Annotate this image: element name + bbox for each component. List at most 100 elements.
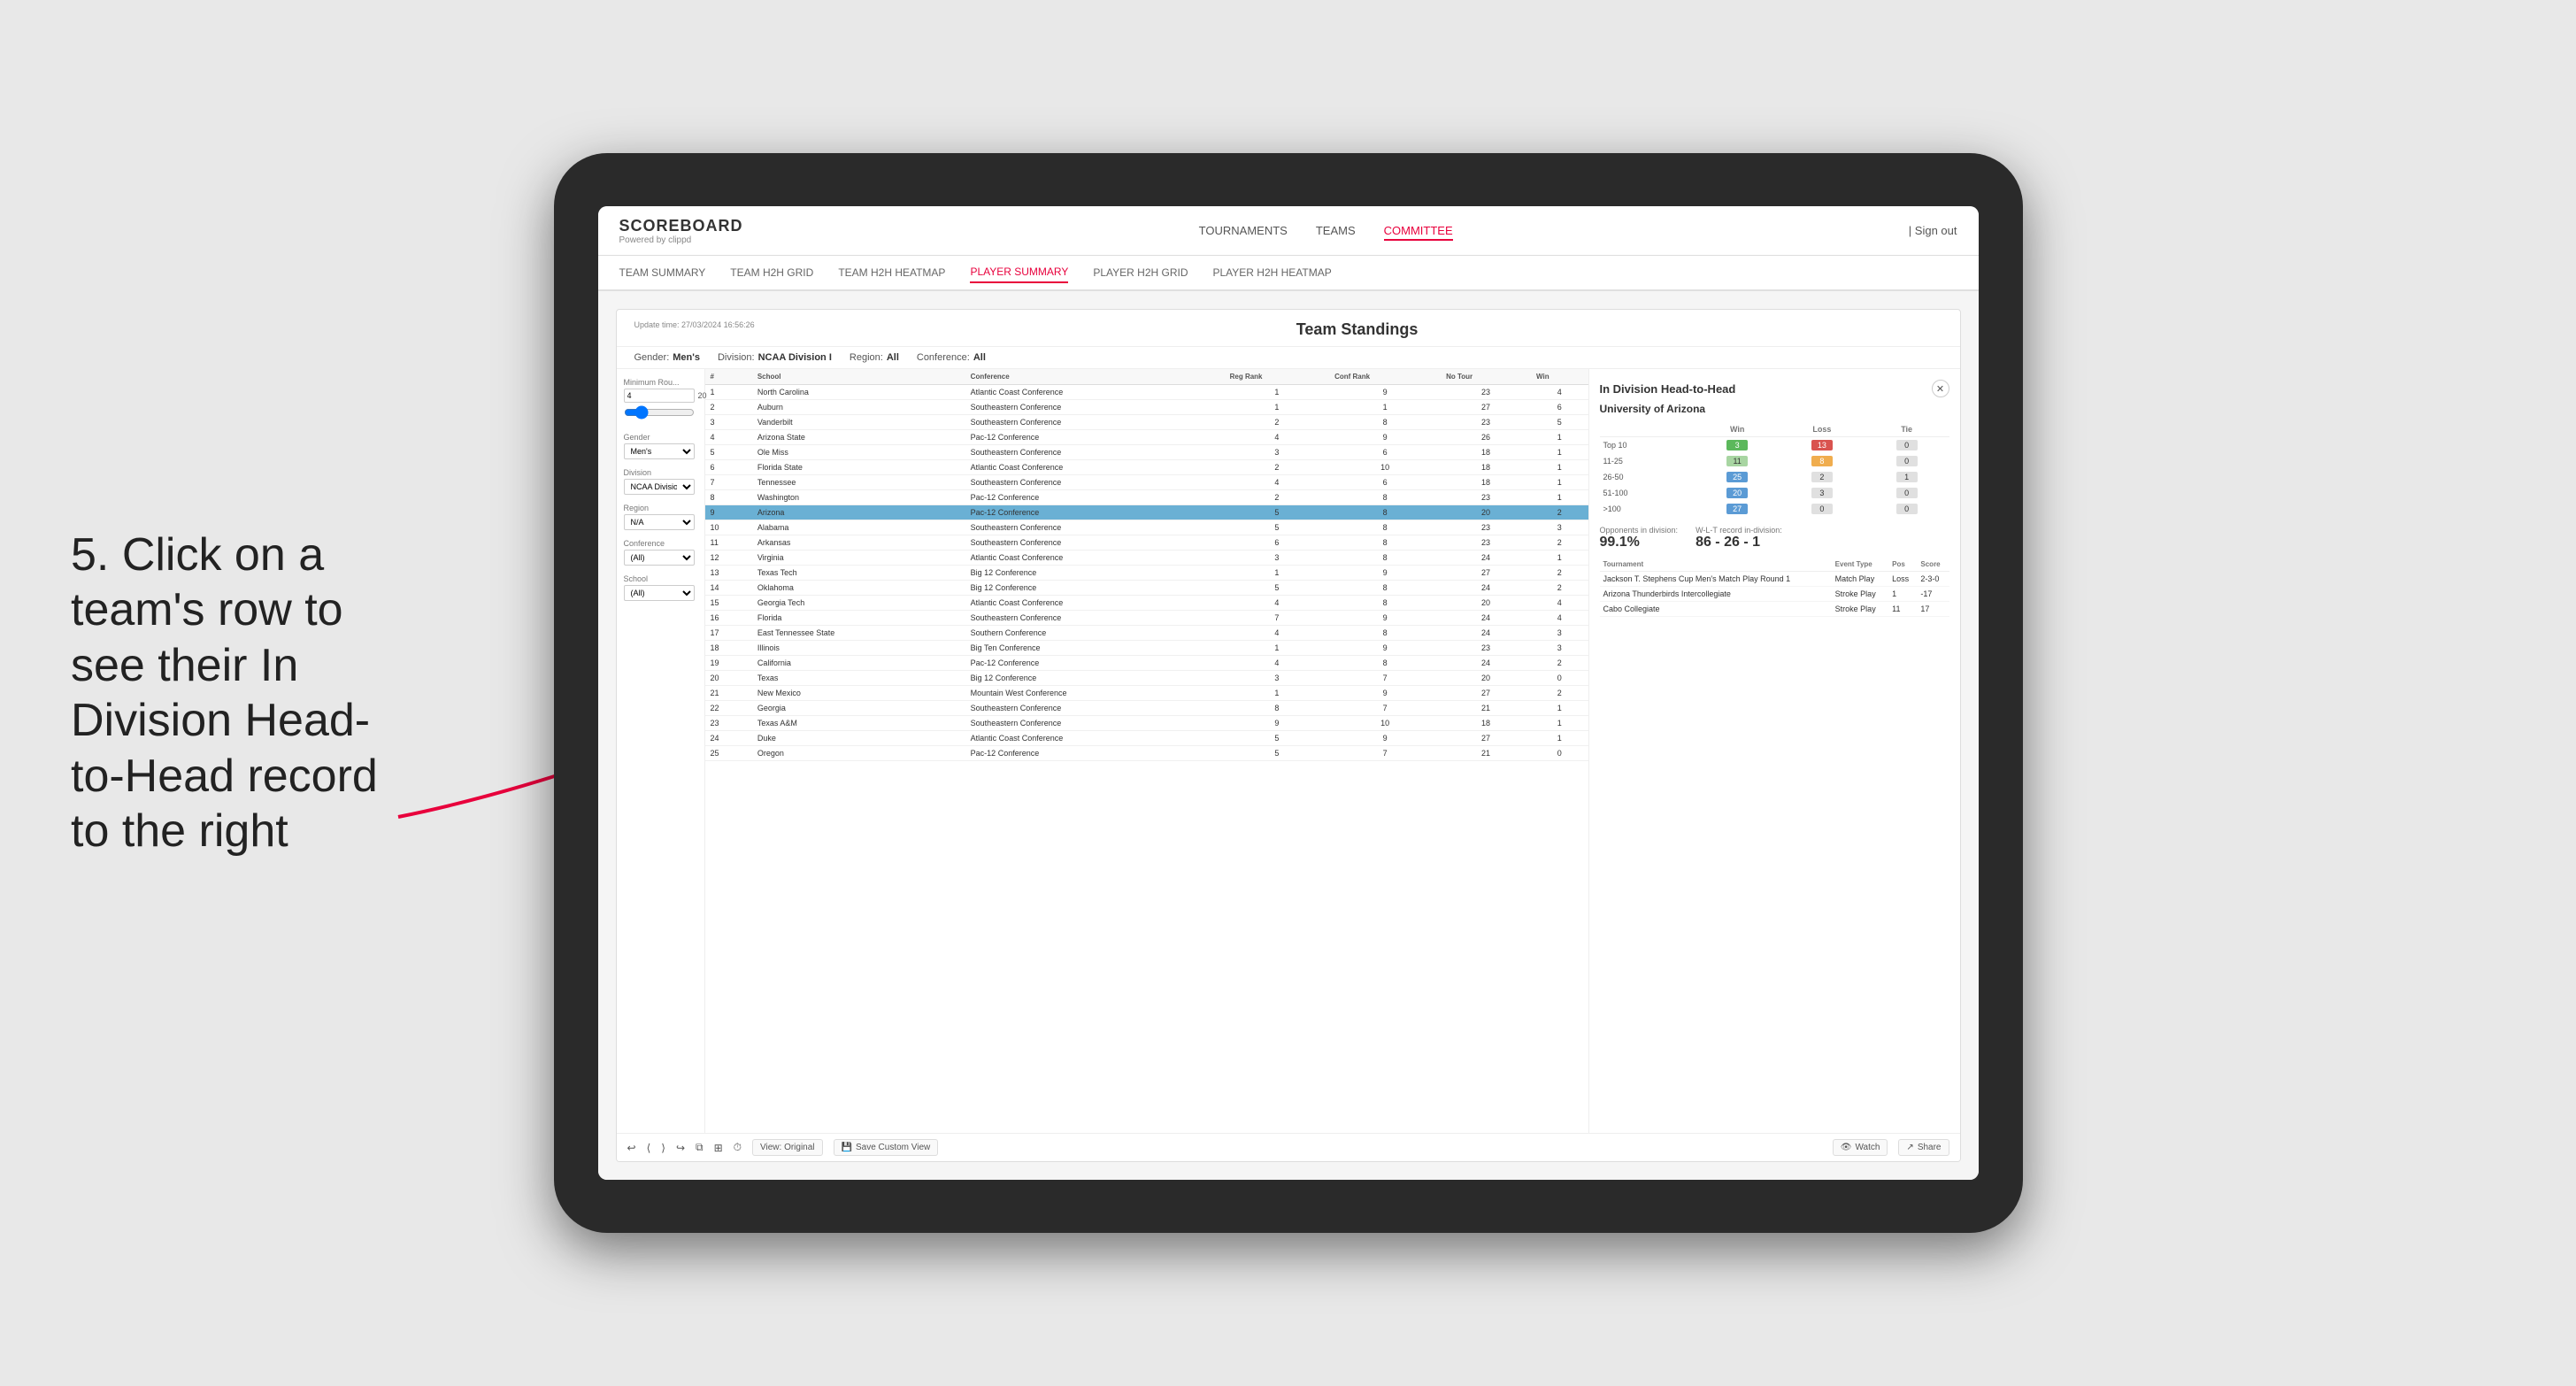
cell-conference: Pac-12 Conference — [965, 505, 1225, 520]
table-row[interactable]: 4 Arizona State Pac-12 Conference 4 9 26… — [705, 430, 1588, 445]
step-back-icon[interactable]: ⟨ — [647, 1142, 651, 1154]
gender-select[interactable]: Men's — [624, 443, 695, 459]
table-row[interactable]: 5 Ole Miss Southeastern Conference 3 6 1… — [705, 445, 1588, 460]
cell-win: 1 — [1531, 445, 1588, 460]
sign-out-btn[interactable]: | Sign out — [1909, 224, 1957, 237]
cell-school: Texas Tech — [752, 566, 965, 581]
cell-rank: 1 — [705, 385, 752, 400]
sub-nav-team-h2h-grid[interactable]: TEAM H2H GRID — [730, 263, 813, 282]
table-row[interactable]: 14 Oklahoma Big 12 Conference 5 8 24 2 — [705, 581, 1588, 596]
table-row[interactable]: 12 Virginia Atlantic Coast Conference 3 … — [705, 551, 1588, 566]
table-row[interactable]: 15 Georgia Tech Atlantic Coast Conferenc… — [705, 596, 1588, 611]
sub-nav-team-h2h-heatmap[interactable]: TEAM H2H HEATMAP — [838, 263, 945, 282]
h2h-range: 51-100 — [1600, 485, 1696, 501]
cell-school: Arizona State — [752, 430, 965, 445]
table-row[interactable]: 8 Washington Pac-12 Conference 2 8 23 1 — [705, 490, 1588, 505]
cell-reg: 4 — [1225, 656, 1329, 671]
tourney-col-name: Tournament — [1600, 558, 1832, 572]
save-custom-btn[interactable]: 💾 Save Custom View — [834, 1139, 939, 1156]
tourney-name: Arizona Thunderbirds Intercollegiate — [1600, 587, 1832, 602]
sub-nav-team-summary[interactable]: TEAM SUMMARY — [619, 263, 706, 282]
nav-committee[interactable]: COMMITTEE — [1384, 220, 1453, 241]
step-forward-icon[interactable]: ⟩ — [661, 1142, 665, 1154]
cell-conf: 9 — [1329, 566, 1441, 581]
cell-conference: Pac-12 Conference — [965, 490, 1225, 505]
bottom-toolbar: ↩ ⟨ ⟩ ↪ ⧉ ⊞ ⏱ View: Original 💾 Save Cust… — [617, 1133, 1960, 1161]
tourney-col-score: Score — [1917, 558, 1949, 572]
min-rounds-input[interactable] — [624, 389, 695, 403]
table-row[interactable]: 10 Alabama Southeastern Conference 5 8 2… — [705, 520, 1588, 535]
nav-tournaments[interactable]: TOURNAMENTS — [1199, 220, 1288, 241]
table-row[interactable]: 22 Georgia Southeastern Conference 8 7 2… — [705, 701, 1588, 716]
cell-rank: 8 — [705, 490, 752, 505]
cell-school: Florida State — [752, 460, 965, 475]
redo-icon[interactable]: ↪ — [676, 1142, 685, 1154]
cell-conference: Southeastern Conference — [965, 701, 1225, 716]
table-row[interactable]: 13 Texas Tech Big 12 Conference 1 9 27 2 — [705, 566, 1588, 581]
cell-school: California — [752, 656, 965, 671]
undo-icon[interactable]: ↩ — [627, 1142, 636, 1154]
cell-win: 6 — [1531, 400, 1588, 415]
h2h-loss-cell: 0 — [1780, 501, 1865, 517]
region-control: Region N/A — [624, 504, 697, 530]
cell-conf: 6 — [1329, 445, 1441, 460]
table-row[interactable]: 11 Arkansas Southeastern Conference 6 8 … — [705, 535, 1588, 551]
table-row[interactable]: 20 Texas Big 12 Conference 3 7 20 0 — [705, 671, 1588, 686]
cell-win: 1 — [1531, 490, 1588, 505]
table-row[interactable]: 24 Duke Atlantic Coast Conference 5 9 27… — [705, 731, 1588, 746]
cell-conference: Southeastern Conference — [965, 611, 1225, 626]
cell-conf: 7 — [1329, 671, 1441, 686]
table-row[interactable]: 3 Vanderbilt Southeastern Conference 2 8… — [705, 415, 1588, 430]
division-select[interactable]: NCAA Division I — [624, 479, 695, 495]
table-row[interactable]: 17 East Tennessee State Southern Confere… — [705, 626, 1588, 641]
table-row[interactable]: 16 Florida Southeastern Conference 7 9 2… — [705, 611, 1588, 626]
table-row[interactable]: 7 Tennessee Southeastern Conference 4 6 … — [705, 475, 1588, 490]
cell-reg: 7 — [1225, 611, 1329, 626]
tourney-col-pos: Pos — [1888, 558, 1917, 572]
table-row[interactable]: 2 Auburn Southeastern Conference 1 1 27 … — [705, 400, 1588, 415]
cell-win: 4 — [1531, 611, 1588, 626]
conference-select[interactable]: (All) — [624, 550, 695, 566]
cell-reg: 3 — [1225, 445, 1329, 460]
sub-nav-player-h2h-grid[interactable]: PLAYER H2H GRID — [1093, 263, 1188, 282]
cell-conference: Atlantic Coast Conference — [965, 596, 1225, 611]
nav-teams[interactable]: TEAMS — [1316, 220, 1356, 241]
watch-btn[interactable]: 👁 Watch — [1833, 1139, 1888, 1156]
cell-tour: 20 — [1441, 596, 1531, 611]
app-panel: Update time: 27/03/2024 16:56:26 Team St… — [616, 309, 1961, 1162]
cell-school: Washington — [752, 490, 965, 505]
table-row[interactable]: 9 Arizona Pac-12 Conference 5 8 20 2 — [705, 505, 1588, 520]
tourney-type: Match Play — [1832, 572, 1888, 587]
copy-icon[interactable]: ⧉ — [696, 1141, 704, 1154]
table-row[interactable]: 19 California Pac-12 Conference 4 8 24 2 — [705, 656, 1588, 671]
h2h-tie-cell: 1 — [1865, 469, 1949, 485]
min-rounds-control: Minimum Rou... 20 — [624, 378, 697, 424]
view-original-btn[interactable]: View: Original — [752, 1139, 823, 1156]
cell-reg: 5 — [1225, 520, 1329, 535]
nav-links: TOURNAMENTS TEAMS COMMITTEE — [1199, 220, 1453, 241]
table-row[interactable]: 1 North Carolina Atlantic Coast Conferen… — [705, 385, 1588, 400]
region-select[interactable]: N/A — [624, 514, 695, 530]
clock-icon[interactable]: ⏱ — [734, 1141, 742, 1154]
sub-nav-player-summary[interactable]: PLAYER SUMMARY — [970, 262, 1068, 283]
cell-conf: 6 — [1329, 475, 1441, 490]
cell-tour: 27 — [1441, 566, 1531, 581]
min-rounds-slider[interactable] — [624, 403, 695, 422]
cell-reg: 1 — [1225, 641, 1329, 656]
division-control: Division NCAA Division I — [624, 468, 697, 495]
paste-icon[interactable]: ⊞ — [714, 1142, 723, 1154]
table-row[interactable]: 18 Illinois Big Ten Conference 1 9 23 3 — [705, 641, 1588, 656]
cell-school: Georgia — [752, 701, 965, 716]
table-row[interactable]: 21 New Mexico Mountain West Conference 1… — [705, 686, 1588, 701]
cell-conf: 10 — [1329, 460, 1441, 475]
h2h-close-btn[interactable]: ✕ — [1932, 380, 1949, 397]
sub-nav-player-h2h-heatmap[interactable]: PLAYER H2H HEATMAP — [1213, 263, 1332, 282]
share-btn[interactable]: ↗ Share — [1898, 1139, 1949, 1156]
table-row[interactable]: 25 Oregon Pac-12 Conference 5 7 21 0 — [705, 746, 1588, 761]
h2h-tbody: Top 10 3 13 0 11-25 11 8 0 26-50 25 2 1 … — [1600, 437, 1949, 518]
table-row[interactable]: 6 Florida State Atlantic Coast Conferenc… — [705, 460, 1588, 475]
opponents-value: 99.1% — [1600, 535, 1679, 551]
school-select[interactable]: (All) — [624, 585, 695, 601]
sign-out-separator: | — [1909, 224, 1911, 237]
table-row[interactable]: 23 Texas A&M Southeastern Conference 9 1… — [705, 716, 1588, 731]
